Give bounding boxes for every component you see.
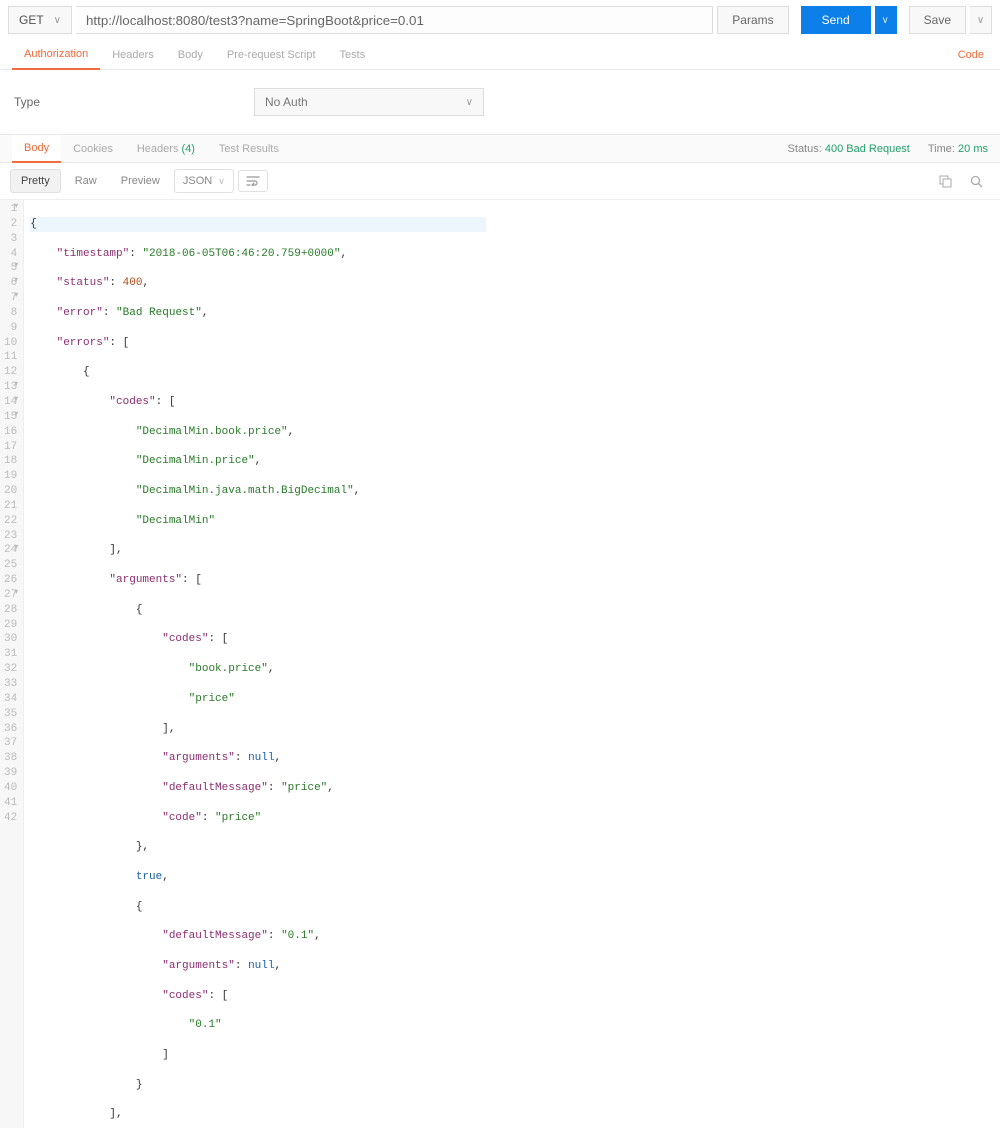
tab-headers[interactable]: Headers xyxy=(100,41,166,69)
fmt-preview[interactable]: Preview xyxy=(111,170,170,192)
fmt-lang-select[interactable]: JSON ∨ xyxy=(174,169,234,193)
chevron-down-icon: ∨ xyxy=(54,15,61,26)
time-value: 20 ms xyxy=(958,143,988,155)
http-method-label: GET xyxy=(19,13,44,27)
auth-type-value: No Auth xyxy=(265,95,308,109)
send-button[interactable]: Send xyxy=(801,6,871,34)
resp-tab-testresults[interactable]: Test Results xyxy=(207,136,291,162)
tab-prerequest[interactable]: Pre-request Script xyxy=(215,41,328,69)
chevron-down-icon: ∨ xyxy=(218,176,225,187)
resp-tab-headers[interactable]: Headers (4) xyxy=(125,136,207,162)
fmt-raw[interactable]: Raw xyxy=(65,170,107,192)
url-input[interactable] xyxy=(76,6,713,34)
tab-body[interactable]: Body xyxy=(166,41,215,69)
save-button[interactable]: Save xyxy=(909,6,966,34)
search-icon[interactable] xyxy=(963,170,990,193)
headers-count: (4) xyxy=(181,143,194,155)
send-dropdown-button[interactable]: ∨ xyxy=(875,6,897,34)
line-gutter: 1234 5678 9101112 13141516 17181920 2122… xyxy=(0,200,24,1128)
fmt-pretty[interactable]: Pretty xyxy=(10,169,61,193)
copy-icon[interactable] xyxy=(932,170,959,193)
code-link[interactable]: Code xyxy=(954,41,988,69)
auth-type-select[interactable]: No Auth ∨ xyxy=(254,88,484,116)
params-button[interactable]: Params xyxy=(717,6,788,34)
tab-tests[interactable]: Tests xyxy=(328,41,378,69)
status-label: Status: 400 Bad Request xyxy=(788,143,910,155)
chevron-down-icon: ∨ xyxy=(466,97,473,108)
http-method-select[interactable]: GET ∨ xyxy=(8,6,72,34)
resp-tab-cookies[interactable]: Cookies xyxy=(61,136,125,162)
wrap-icon[interactable] xyxy=(238,170,268,192)
save-dropdown-button[interactable]: ∨ xyxy=(970,6,992,34)
resp-tab-body[interactable]: Body xyxy=(12,135,61,163)
time-label: Time: 20 ms xyxy=(928,143,988,155)
status-value: 400 Bad Request xyxy=(825,143,910,155)
tab-authorization[interactable]: Authorization xyxy=(12,40,100,70)
auth-type-label: Type xyxy=(14,95,254,109)
response-body[interactable]: 1234 5678 9101112 13141516 17181920 2122… xyxy=(0,200,1000,1128)
response-json: { "timestamp": "2018-06-05T06:46:20.759+… xyxy=(24,200,492,1128)
